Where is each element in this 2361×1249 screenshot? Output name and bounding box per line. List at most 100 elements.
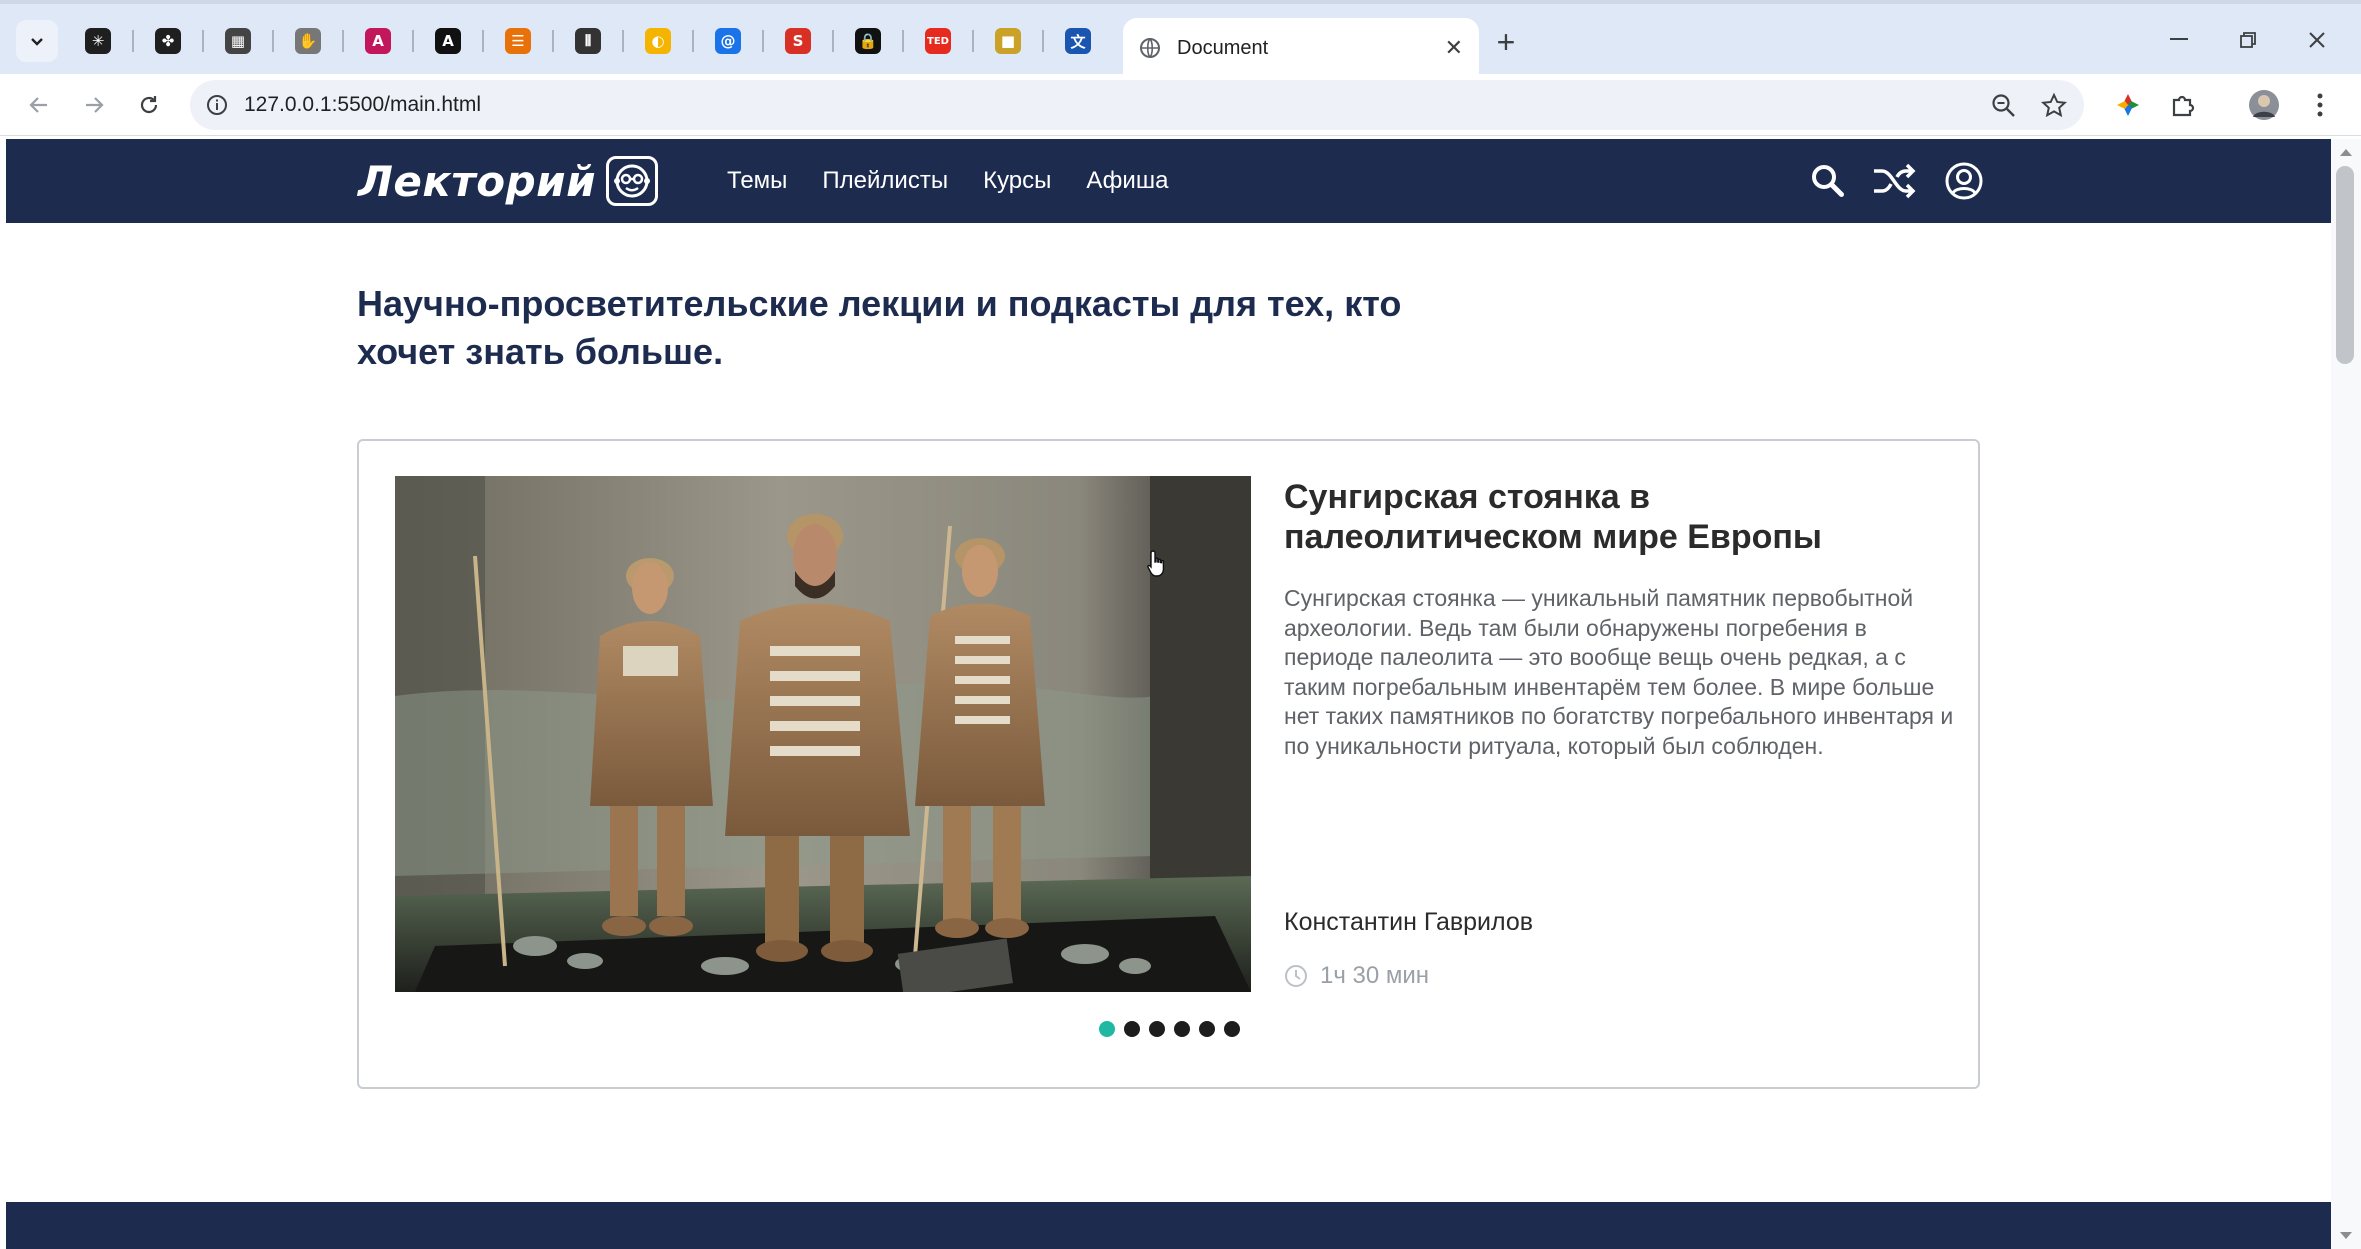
site-logo[interactable]: Лекторий [358, 156, 658, 206]
pinned-tab[interactable]: ■ [984, 20, 1032, 62]
at-sign-icon: @ [715, 28, 741, 54]
nav-events[interactable]: Афиша [1086, 167, 1168, 195]
extensions-puzzle-icon[interactable] [2166, 88, 2200, 122]
close-icon [2309, 32, 2325, 48]
bookmark-star-icon[interactable] [2040, 92, 2068, 120]
url-text: 127.0.0.1:5500/main.html [244, 93, 481, 116]
tab-separator [622, 30, 624, 52]
tab-separator [342, 30, 344, 52]
minimize-icon [2170, 38, 2188, 40]
pinned-tab[interactable]: S [774, 20, 822, 62]
tab-separator [272, 30, 274, 52]
browser-toolbar: 127.0.0.1:5500/main.html [0, 74, 2361, 136]
waveform-icon: ⦀ [575, 28, 601, 54]
pinned-tab[interactable]: A [354, 20, 402, 62]
tab-document[interactable]: Document ✕ [1123, 18, 1479, 78]
new-tab-button[interactable]: + [1488, 24, 1524, 60]
back-button[interactable] [20, 86, 58, 124]
nav-playlists[interactable]: Плейлисты [822, 167, 948, 195]
pinned-tab[interactable]: ✤ [144, 20, 192, 62]
browser-menu-icon[interactable] [2303, 88, 2337, 122]
scrollbar-thumb[interactable] [2336, 166, 2354, 364]
extension-colorful-icon[interactable] [2111, 88, 2145, 122]
pinned-tab[interactable]: ⦀ [564, 20, 612, 62]
user-circle-icon [1945, 162, 1983, 200]
circle-logo-icon: ◐ [645, 28, 671, 54]
arrow-right-icon [86, 97, 104, 113]
tab-separator [412, 30, 414, 52]
tab-separator [202, 30, 204, 52]
carousel-dot[interactable] [1149, 1021, 1165, 1037]
ted-icon: TED [925, 28, 951, 54]
pinned-tab[interactable]: ✋ [284, 20, 332, 62]
hand-icon: ✋ [295, 28, 321, 54]
pinned-tab[interactable]: 🔒 [844, 20, 892, 62]
carousel-dot[interactable] [1124, 1021, 1140, 1037]
carousel-dots [1099, 1021, 1240, 1037]
tab-search-button[interactable] [16, 20, 58, 62]
scroll-down-arrow[interactable] [2336, 1226, 2356, 1246]
reload-button[interactable] [130, 86, 168, 124]
lecture-author[interactable]: Константин Гаврилов [1284, 908, 1533, 937]
chevron-down-icon [31, 38, 43, 46]
globe-icon [1140, 38, 1160, 58]
pinned-tab[interactable]: 文 [1054, 20, 1102, 62]
search-button[interactable] [1806, 159, 1850, 203]
minimize-button[interactable] [2145, 20, 2213, 60]
pinned-tab[interactable]: ◐ [634, 20, 682, 62]
nav-topics[interactable]: Темы [727, 167, 787, 195]
pinned-tab[interactable]: A [424, 20, 472, 62]
lecture-image[interactable] [395, 476, 1251, 992]
reload-icon [140, 96, 158, 114]
pinned-tab[interactable]: ✳ [74, 20, 122, 62]
site-info-icon[interactable] [206, 94, 228, 116]
monkey-logo-icon [606, 156, 658, 206]
site-footer [6, 1202, 2331, 1249]
nav-courses[interactable]: Курсы [983, 167, 1051, 195]
browser-tab-strip: ✳ ✤ ▦ ✋ A A ☰ ⦀ ◐ @ S 🔒 TED ■ 文 Document ✕ + [0, 0, 2361, 78]
profile-avatar[interactable] [2247, 88, 2281, 122]
pinned-tab[interactable]: ☰ [494, 20, 542, 62]
zoom-icon[interactable] [1990, 92, 2018, 120]
tab-separator [902, 30, 904, 52]
lecture-title[interactable]: Сунгирская стоянка в палеолитическом мир… [1284, 477, 1944, 557]
tab-separator [1042, 30, 1044, 52]
shuffle-button[interactable] [1872, 159, 1916, 203]
account-button[interactable] [1942, 159, 1986, 203]
carousel-dot[interactable] [1099, 1021, 1115, 1037]
qr-pattern-icon: ▦ [225, 28, 251, 54]
pinned-tab[interactable]: @ [704, 20, 752, 62]
translate-icon: 文 [1065, 28, 1091, 54]
bag-icon: ■ [995, 28, 1021, 54]
forward-button[interactable] [75, 86, 113, 124]
tab-separator [972, 30, 974, 52]
page-headline: Научно-просветительские лекции и подкаст… [357, 283, 1402, 372]
perplexity-icon: ✳ [85, 28, 111, 54]
pinned-tabs: ✳ ✤ ▦ ✋ A A ☰ ⦀ ◐ @ S 🔒 TED ■ 文 [74, 20, 1102, 62]
site-header: Лекторий Темы Плейлисты Курсы Афиша [6, 139, 2331, 223]
carousel-dot[interactable] [1199, 1021, 1215, 1037]
letter-a-icon: A [435, 28, 461, 54]
close-window-button[interactable] [2283, 20, 2351, 60]
lecture-description: Сунгирская стоянка — уникальный памятник… [1284, 585, 1954, 759]
arrow-left-icon [29, 97, 47, 113]
tab-separator [482, 30, 484, 52]
scroll-up-arrow[interactable] [2336, 142, 2356, 162]
tab-title: Document [1177, 36, 1269, 59]
tab-separator [552, 30, 554, 52]
pinned-tab[interactable]: TED [914, 20, 962, 62]
lecture-duration: 1ч 30 мин [1284, 962, 1429, 990]
tab-separator [762, 30, 764, 52]
letter-s-icon: S [785, 28, 811, 54]
pinned-tab[interactable]: ▦ [214, 20, 262, 62]
featured-lecture-card[interactable]: Сунгирская стоянка в палеолитическом мир… [357, 439, 1980, 1089]
tab-close-icon[interactable]: ✕ [1445, 35, 1463, 61]
logo-text: Лекторий [358, 156, 596, 206]
restore-button[interactable] [2214, 20, 2282, 60]
tab-separator [692, 30, 694, 52]
address-bar[interactable]: 127.0.0.1:5500/main.html [190, 80, 2084, 130]
shuffle-icon [1874, 163, 1916, 199]
carousel-dot[interactable] [1224, 1021, 1240, 1037]
search-icon [1812, 165, 1844, 197]
carousel-dot[interactable] [1174, 1021, 1190, 1037]
